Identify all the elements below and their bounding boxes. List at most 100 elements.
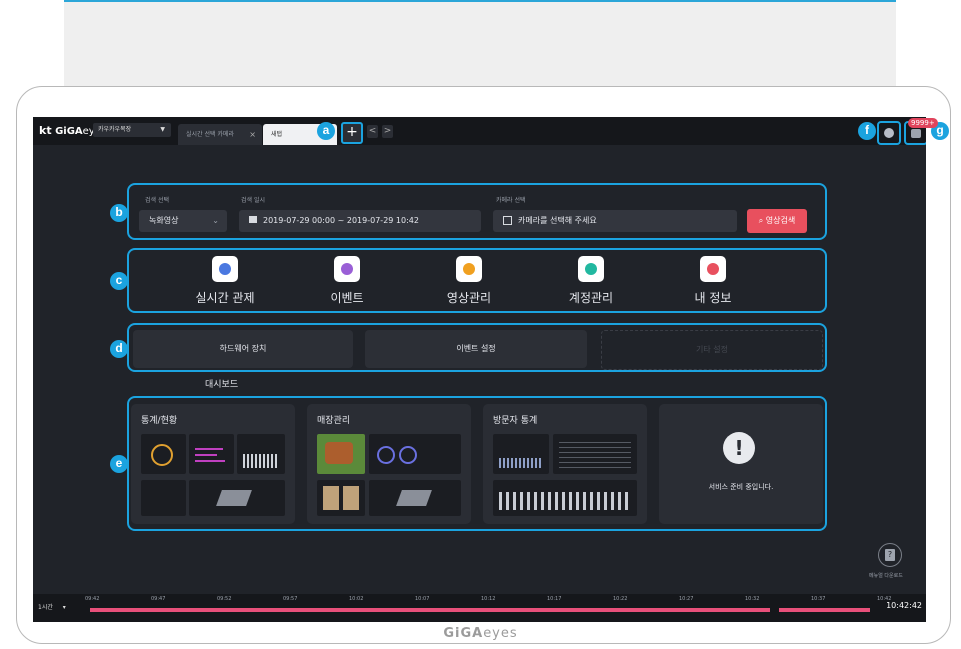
timeline-tick-label: 10:12 — [481, 596, 496, 602]
tab-label: 실시간 선택 카메라 — [186, 131, 234, 138]
annotation-c: c — [110, 272, 128, 290]
menu-item-profile[interactable]: 내 정보 — [673, 250, 753, 306]
chevron-down-icon: ▼ — [160, 126, 165, 133]
chart-thumbnail — [493, 480, 637, 516]
chat-button[interactable] — [877, 121, 901, 145]
annotation-d: d — [110, 340, 128, 358]
tab-prev-button[interactable]: < — [367, 125, 378, 138]
timeline-tick-label: 09:52 — [217, 596, 232, 602]
footer-eyes: eyes — [483, 626, 518, 641]
camera-icon-glyph — [219, 263, 231, 275]
timeline-tick-label: 10:32 — [745, 596, 760, 602]
coming-soon-text: 서비스 준비 중입니다. — [708, 483, 774, 491]
tab-bar: kt GiGAeyes 카우카우목장 ▼ 실시간 선택 카메라 × 새탭 + <… — [33, 117, 926, 145]
card-title: 통계/현황 — [141, 416, 178, 426]
chart-thumbnail — [189, 434, 234, 474]
date-range-value: 2019-07-29 00:00 ~ 2019-07-29 10:42 — [263, 216, 419, 225]
timeline-tick-label: 10:07 — [415, 596, 430, 602]
search-type-select[interactable]: 녹화영상 ⌄ — [139, 210, 227, 232]
menu-item-label: 계정관리 — [568, 291, 614, 305]
search-date-label: 검색 일시 — [241, 197, 265, 204]
annotation-b: b — [110, 204, 128, 222]
tab-label: 새탭 — [271, 131, 283, 138]
footer-brand: GiGAeyes — [0, 626, 961, 641]
annotation-e: e — [110, 455, 128, 473]
logo-giga: GiGA — [55, 126, 83, 137]
time-range-value: 1시간 — [38, 604, 53, 611]
chart-thumbnail — [493, 434, 549, 474]
footer-giga: GiGA — [443, 626, 484, 641]
timeline-tick-label: 09:47 — [151, 596, 166, 602]
other-settings-button[interactable]: 기타 설정 — [601, 330, 823, 370]
chevron-down-icon: ▾ — [62, 604, 66, 611]
annotation-f: f — [858, 122, 876, 140]
chevron-down-icon: ⌄ — [212, 216, 219, 225]
add-tab-button[interactable]: + — [341, 122, 363, 144]
account-icon — [578, 256, 604, 282]
profile-icon-glyph — [707, 263, 719, 275]
alarm-icon-glyph — [341, 263, 353, 275]
menu-item-label: 영상관리 — [446, 291, 492, 305]
dashboard-card-coming-soon: ! 서비스 준비 중입니다. — [659, 404, 823, 524]
menu-item-account[interactable]: 계정관리 — [551, 250, 631, 306]
video-search-label: 영상검색 — [765, 216, 796, 225]
account-icon-glyph — [585, 263, 597, 275]
camera-icon — [503, 216, 512, 225]
search-type-label: 검색 선택 — [145, 197, 169, 204]
dashboard-card-statistics[interactable]: 통계/현황 — [131, 404, 295, 524]
timeline-tick-label: 10:22 — [613, 596, 628, 602]
tab-next-button[interactable]: > — [382, 125, 393, 138]
company-select[interactable]: 카우카우목장 ▼ — [93, 123, 171, 137]
chart-thumbnail — [141, 480, 186, 516]
event-settings-button[interactable]: 이벤트 설정 — [365, 330, 587, 368]
table-thumbnail — [553, 434, 637, 474]
menu-item-camera[interactable]: 실시간 관제 — [185, 250, 265, 306]
close-icon[interactable]: × — [249, 124, 256, 145]
chat-icon — [884, 128, 894, 138]
card-title: 매장관리 — [317, 416, 351, 426]
notification-badge: 9999+ — [908, 118, 938, 128]
info-icon: ! — [723, 432, 755, 464]
search-panel: 검색 선택 녹화영상 ⌄ 검색 일시 2019-07-29 00:00 ~ 20… — [127, 183, 827, 240]
recording-segment — [90, 608, 770, 612]
dashboard-card-store[interactable]: 매장관리 — [307, 404, 471, 524]
recording-segment — [779, 608, 870, 612]
logo-kt: kt — [39, 124, 52, 137]
timeline-tick-label: 10:02 — [349, 596, 364, 602]
company-select-value: 카우카우목장 — [98, 126, 132, 133]
menu-item-label: 내 정보 — [694, 291, 732, 305]
dashboard-panel: 통계/현황 매장관리 방문자 통계 ! 서비스 준비 중입니다. — [127, 396, 827, 531]
timeline-tick-label: 10:37 — [811, 596, 826, 602]
search-type-value: 녹화영상 — [149, 216, 179, 225]
notification-icon — [911, 129, 921, 138]
profile-icon — [700, 256, 726, 282]
time-range-select[interactable]: 1시간 ▾ — [33, 594, 77, 622]
camera-icon — [212, 256, 238, 282]
timeline-tick-label: 10:17 — [547, 596, 562, 602]
camera-select-label: 카메라 선택 — [496, 197, 526, 204]
hardware-device-button[interactable]: 하드웨어 장치 — [133, 330, 353, 368]
camera-select-input[interactable]: 카메라를 선택해 주세요 — [493, 210, 737, 232]
video-search-button[interactable]: ⌕ 영상검색 — [747, 209, 807, 233]
main-menu-panel: 실시간 관제 이벤트 영상관리 계정관리 내 정보 — [127, 248, 827, 313]
timeline-bar[interactable]: 1시간 ▾ 09:42 09:47 09:52 09:57 10:02 10:07 10:1… — [33, 594, 926, 622]
date-range-input[interactable]: 2019-07-29 00:00 ~ 2019-07-29 10:42 — [239, 210, 481, 232]
annotation-a: a — [317, 122, 335, 140]
alarm-icon — [334, 256, 360, 282]
tab-realtime-camera[interactable]: 실시간 선택 카메라 × — [178, 124, 262, 145]
timeline-tick-label: 09:57 — [283, 596, 298, 602]
document-icon: ? — [885, 549, 895, 561]
camera-select-placeholder: 카메라를 선택해 주세요 — [518, 216, 597, 225]
gear-icon-glyph — [463, 263, 475, 275]
menu-item-gear[interactable]: 영상관리 — [429, 250, 509, 306]
current-time: 10:42:42 — [886, 601, 922, 610]
chart-thumbnail — [141, 434, 186, 474]
manual-download-button[interactable]: ? — [878, 543, 902, 567]
top-background — [64, 0, 896, 88]
menu-item-alarm[interactable]: 이벤트 — [307, 250, 387, 306]
gear-icon — [456, 256, 482, 282]
card-title: 방문자 통계 — [493, 416, 538, 426]
chart-thumbnail — [369, 480, 461, 516]
manual-download-label: 메뉴얼 다운로드 — [869, 573, 903, 579]
dashboard-card-visitors[interactable]: 방문자 통계 — [483, 404, 647, 524]
